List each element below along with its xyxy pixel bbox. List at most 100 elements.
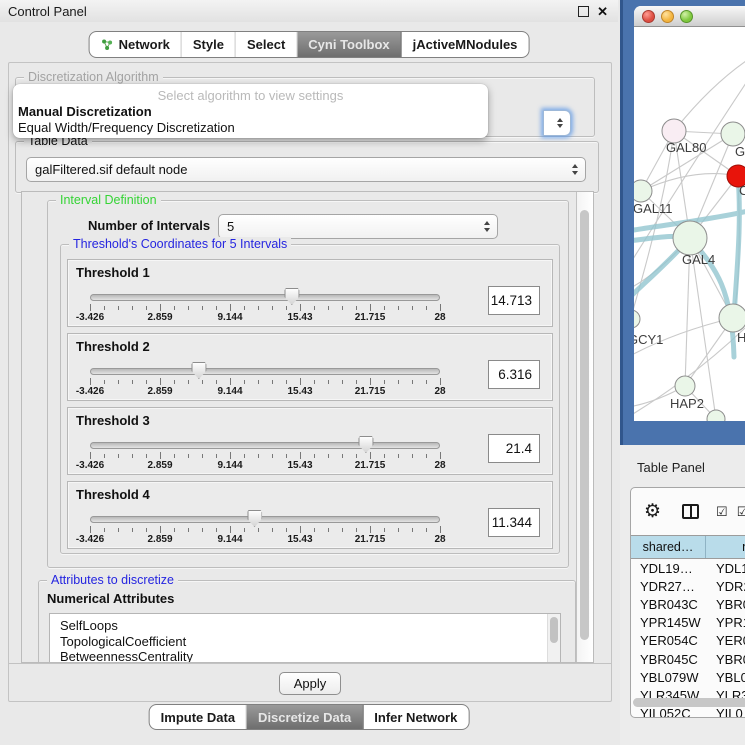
threshold-slider[interactable]: -3.4262.8599.14415.4321.71528 [90,508,440,545]
settings-vertical-scrollbar[interactable] [576,192,593,662]
bottom-tab-bar: Impute DataDiscretize DataInfer Network [149,704,470,730]
tab-cyni-toolbox[interactable]: Cyni Toolbox [297,32,401,57]
table-row[interactable]: YER054CYER0 [631,632,745,650]
dropdown-prompt: Select algorithm to view settings [13,87,488,104]
column-header-shared-name[interactable]: shared… [631,536,706,558]
threshold-slider[interactable]: -3.4262.8599.14415.4321.71528 [90,360,440,397]
tab-discretize-data[interactable]: Discretize Data [247,705,363,729]
table-row[interactable]: YPR145WYPR1 [631,614,745,632]
slider-ticks [90,304,440,311]
cell-shared-name: YPR145W [631,615,706,630]
tab-select[interactable]: Select [236,32,297,57]
slider-thumb[interactable] [191,362,206,379]
column-header-name[interactable]: na [706,536,745,558]
network-canvas[interactable]: GAL80GAL11GAL4GCY1HAP2GACH [634,27,745,421]
table-data-combobox[interactable]: galFiltered.sif default node [26,157,586,182]
zoom-traffic-light[interactable] [680,10,693,23]
network-node-hap2[interactable] [675,376,695,396]
threshold-label: Threshold 1 [76,265,150,280]
minimize-traffic-light[interactable] [661,10,674,23]
node-label: GCY1 [634,332,663,347]
top-tab-bar: NetworkStyle Select Cyni ToolboxjActiveMNo… [89,31,530,58]
scrollbar-thumb[interactable] [580,210,589,640]
slider-track[interactable] [90,442,440,449]
table-rows: YDL19…YDL1YDR27…YDR2YBR043CYBR0YPR145WYP… [631,559,745,718]
slider-track[interactable] [90,294,440,301]
float-window-icon[interactable] [578,6,589,17]
close-traffic-light[interactable] [642,10,655,23]
attribute-list-item[interactable]: SelfLoops [50,618,560,634]
attributes-list-scrollbar[interactable] [547,614,560,663]
tab-style[interactable]: Style [182,32,236,57]
cell-shared-name: YBL079W [631,670,706,685]
close-icon[interactable]: ✕ [597,5,608,18]
cell-name: YDL1 [706,561,745,576]
slider-thumb[interactable] [284,288,299,305]
settings-scrollpane: Interval Definition Number of Intervals … [21,191,594,663]
checkbox-icon[interactable]: ☑ [737,505,745,518]
threshold-slider[interactable]: -3.4262.8599.14415.4321.71528 [90,286,440,323]
node-label: GAL4 [682,252,715,267]
threshold-slider[interactable]: -3.4262.8599.14415.4321.71528 [90,434,440,471]
cell-shared-name: YBR045C [631,652,706,667]
numerical-attributes-list[interactable]: SelfLoopsTopologicalCoefficientBetweenne… [49,613,561,663]
threshold-label: Threshold 3 [76,413,150,428]
table-row[interactable]: YDR27…YDR2 [631,577,745,595]
slider-track[interactable] [90,368,440,375]
network-view-frame: GAL80GAL11GAL4GCY1HAP2GACH [620,0,745,445]
tab-jactivemnodules[interactable]: jActiveMNodules [402,32,529,57]
cell-name: YER0 [706,633,745,648]
threshold-value-field[interactable]: 21.4 [488,434,540,463]
apply-button[interactable]: Apply [279,672,342,695]
slider-ticks [90,452,440,459]
network-window-titlebar [634,6,745,27]
network-node[interactable] [721,122,745,146]
scrollbar-thumb[interactable] [633,698,745,707]
tab-label: Select [247,37,285,52]
slider-tick-labels: -3.4262.8599.14415.4321.71528 [90,460,440,471]
algorithm-group-title: Discretization Algorithm [24,70,163,84]
table-horizontal-scrollbar[interactable] [633,698,745,708]
slider-tick-labels: -3.4262.8599.14415.4321.71528 [90,386,440,397]
node-label-partial: C [739,183,745,198]
network-node[interactable] [719,304,745,332]
slider-ticks [90,378,440,385]
cell-name: YBR0 [706,652,745,667]
threshold-panel-2: Threshold 2-3.4262.8599.14415.4321.71528… [67,333,553,401]
table-row[interactable]: YBL079WYBL0 [631,668,745,686]
attribute-list-item[interactable]: TopologicalCoefficient [50,634,560,650]
numerical-attributes-heading: Numerical Attributes [47,591,174,606]
number-of-intervals-value: 5 [227,219,234,234]
tab-infer-network[interactable]: Infer Network [363,705,468,729]
table-header-row: shared… na [631,535,745,559]
network-node-gcy1[interactable] [634,310,640,328]
attributes-group-title: Attributes to discretize [47,573,178,587]
threshold-value-field[interactable]: 14.713 [488,286,540,315]
attribute-list-item[interactable]: BetweennessCentrality [50,649,560,663]
slider-thumb[interactable] [247,510,262,527]
tab-impute-data[interactable]: Impute Data [150,705,247,729]
interval-definition-title: Interval Definition [56,193,161,207]
threshold-value-field[interactable]: 6.316 [488,360,540,389]
algorithm-combobox-fragment[interactable] [543,110,571,136]
tab-network[interactable]: Network [90,32,182,57]
table-row[interactable]: YBR043CYBR0 [631,595,745,613]
slider-track[interactable] [90,516,440,523]
number-of-intervals-combobox[interactable]: 5 [218,214,498,239]
slider-thumb[interactable] [358,436,373,453]
dropdown-option-manual[interactable]: Manual Discretization [13,104,488,120]
table-row[interactable]: YDL19…YDL1 [631,559,745,577]
node-label: GAL11 [634,201,673,216]
network-node-gal4[interactable] [673,221,707,255]
dropdown-option-equal-width[interactable]: Equal Width/Frequency Discretization [13,120,488,136]
checkbox-icon[interactable]: ☑ [716,505,728,518]
control-panel: Control Panel ✕ NetworkStyleSelectCyni T… [0,0,618,745]
split-columns-icon[interactable] [682,504,699,519]
network-node-gal11[interactable] [634,180,652,202]
table-row[interactable]: YBR045CYBR0 [631,650,745,668]
gear-icon[interactable]: ⚙ [644,502,661,521]
scrollbar-thumb[interactable] [550,617,558,643]
threshold-value-field[interactable]: 11.344 [488,508,540,537]
cell-shared-name: YER054C [631,633,706,648]
slider-tick-labels: -3.4262.8599.14415.4321.71528 [90,312,440,323]
